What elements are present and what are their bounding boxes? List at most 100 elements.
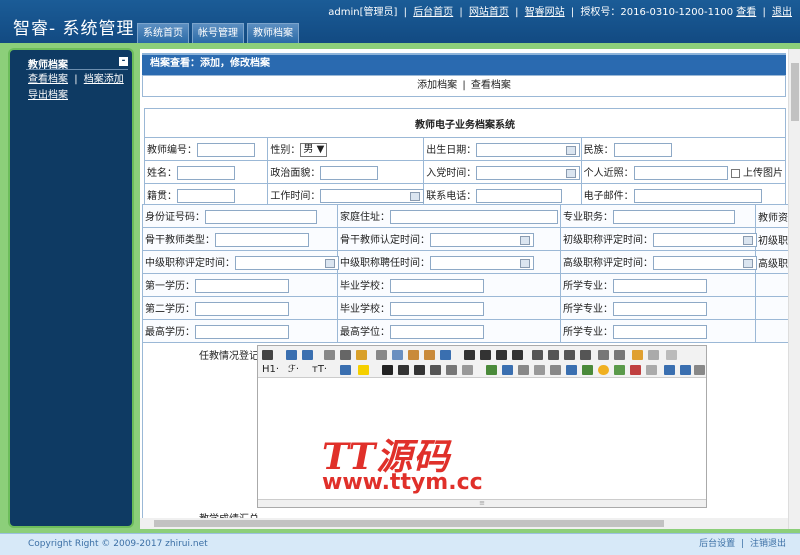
hr-icon[interactable]	[582, 365, 593, 375]
align-left-icon[interactable]	[464, 350, 475, 360]
calendar-icon[interactable]	[410, 191, 421, 201]
id-number-input[interactable]	[205, 210, 317, 224]
middle-hire-date-input[interactable]	[430, 256, 534, 270]
image-icon[interactable]	[486, 365, 497, 375]
template-icon[interactable]	[356, 350, 367, 360]
cut-icon[interactable]	[376, 350, 387, 360]
tab-teacher-files[interactable]: 教师档案	[247, 23, 299, 43]
link-icon[interactable]	[680, 365, 691, 375]
school-1-input[interactable]	[390, 279, 484, 293]
font-color-icon[interactable]	[340, 365, 351, 375]
select-all-icon[interactable]	[648, 350, 659, 360]
logout-footer-link[interactable]: 注销退出	[750, 539, 786, 549]
name-input[interactable]	[177, 166, 235, 180]
sidebar-item-export-files[interactable]: 导出档案	[28, 90, 68, 101]
align-right-icon[interactable]	[496, 350, 507, 360]
calendar-icon[interactable]	[520, 258, 530, 268]
page-break-icon[interactable]	[646, 365, 657, 375]
multi-image-icon[interactable]	[502, 365, 513, 375]
table-icon[interactable]	[566, 365, 577, 375]
highlight-icon[interactable]	[358, 365, 369, 375]
license-view-link[interactable]: 查看	[736, 7, 756, 18]
link-admin-home[interactable]: 后台首页	[413, 7, 453, 18]
admin-settings-link[interactable]: 后台设置	[699, 539, 735, 549]
editor-resize-handle[interactable]: ≡	[258, 499, 706, 507]
phone-input[interactable]	[476, 189, 563, 203]
justify-icon[interactable]	[512, 350, 523, 360]
italic-icon[interactable]	[398, 365, 409, 375]
code-icon[interactable]	[630, 365, 641, 375]
collapse-icon[interactable]: -	[119, 57, 128, 66]
paste-icon[interactable]	[408, 350, 419, 360]
preview-icon[interactable]	[324, 350, 335, 360]
subscript-icon[interactable]	[598, 350, 609, 360]
bullet-list-icon[interactable]	[548, 350, 559, 360]
redo-icon[interactable]	[302, 350, 313, 360]
unlink-icon[interactable]	[694, 365, 705, 375]
copy-icon[interactable]	[392, 350, 403, 360]
vertical-scrollbar[interactable]	[788, 49, 800, 529]
line-height-icon[interactable]	[446, 365, 457, 375]
horizontal-scroll-thumb[interactable]	[154, 520, 664, 527]
gender-select[interactable]: 男 ▼	[300, 143, 328, 157]
clear-format-icon[interactable]	[632, 350, 643, 360]
second-degree-input[interactable]	[195, 302, 289, 316]
senior-eval-date-input[interactable]	[653, 256, 757, 270]
political-status-input[interactable]	[320, 166, 379, 180]
photo-input[interactable]	[633, 166, 728, 180]
sidebar-item-view-files[interactable]: 查看档案	[28, 74, 68, 85]
strikethrough-icon[interactable]	[430, 365, 441, 375]
superscript-icon[interactable]	[614, 350, 625, 360]
native-place-input[interactable]	[177, 189, 235, 203]
heading-button[interactable]: H1·	[262, 364, 279, 375]
first-degree-input[interactable]	[195, 279, 289, 293]
teacher-no-input[interactable]	[197, 143, 255, 157]
underline-icon[interactable]	[414, 365, 425, 375]
bold-icon[interactable]	[382, 365, 393, 375]
address-input[interactable]	[390, 210, 558, 224]
anchor-icon[interactable]	[664, 365, 675, 375]
birth-date-input[interactable]	[476, 143, 581, 157]
link-site-home[interactable]: 网站首页	[469, 7, 509, 18]
highest-level-input[interactable]	[390, 325, 484, 339]
major-3-input[interactable]	[613, 325, 707, 339]
media-icon[interactable]	[534, 365, 545, 375]
upload-checkbox[interactable]	[730, 168, 740, 178]
party-join-date-input[interactable]	[476, 166, 581, 180]
flash-icon[interactable]	[518, 365, 529, 375]
junior-eval-date-input[interactable]	[653, 233, 757, 247]
calendar-icon[interactable]	[325, 258, 335, 268]
indent-icon[interactable]	[564, 350, 575, 360]
tab-system-home[interactable]: 系统首页	[137, 23, 189, 43]
horizontal-scrollbar[interactable]	[140, 518, 788, 529]
align-center-icon[interactable]	[480, 350, 491, 360]
font-size-button[interactable]: тT·	[312, 364, 327, 375]
logout-link[interactable]: 退出	[772, 7, 792, 18]
paste-text-icon[interactable]	[424, 350, 435, 360]
calendar-icon[interactable]	[520, 235, 530, 245]
calendar-icon[interactable]	[743, 235, 753, 245]
email-input[interactable]	[633, 189, 762, 203]
pointer-icon[interactable]	[666, 350, 677, 360]
attachment-icon[interactable]	[550, 365, 561, 375]
backbone-date-input[interactable]	[430, 233, 534, 247]
outdent-icon[interactable]	[580, 350, 591, 360]
emoticon-icon[interactable]	[598, 365, 609, 375]
paste-word-icon[interactable]	[440, 350, 451, 360]
remove-format-icon[interactable]	[462, 365, 473, 375]
work-date-input[interactable]	[320, 189, 425, 203]
print-icon[interactable]	[340, 350, 351, 360]
ethnicity-input[interactable]	[613, 143, 672, 157]
map-icon[interactable]	[614, 365, 625, 375]
major-2-input[interactable]	[613, 302, 707, 316]
major-1-input[interactable]	[613, 279, 707, 293]
sidebar-item-add-file[interactable]: 档案添加	[84, 74, 124, 85]
ordered-list-icon[interactable]	[532, 350, 543, 360]
calendar-icon[interactable]	[743, 258, 753, 268]
undo-icon[interactable]	[286, 350, 297, 360]
source-icon[interactable]	[262, 350, 273, 360]
vertical-scroll-thumb[interactable]	[791, 63, 799, 121]
middle-eval-date-input[interactable]	[235, 256, 339, 270]
add-file-link[interactable]: 添加档案	[417, 80, 457, 91]
calendar-icon[interactable]	[566, 145, 577, 155]
